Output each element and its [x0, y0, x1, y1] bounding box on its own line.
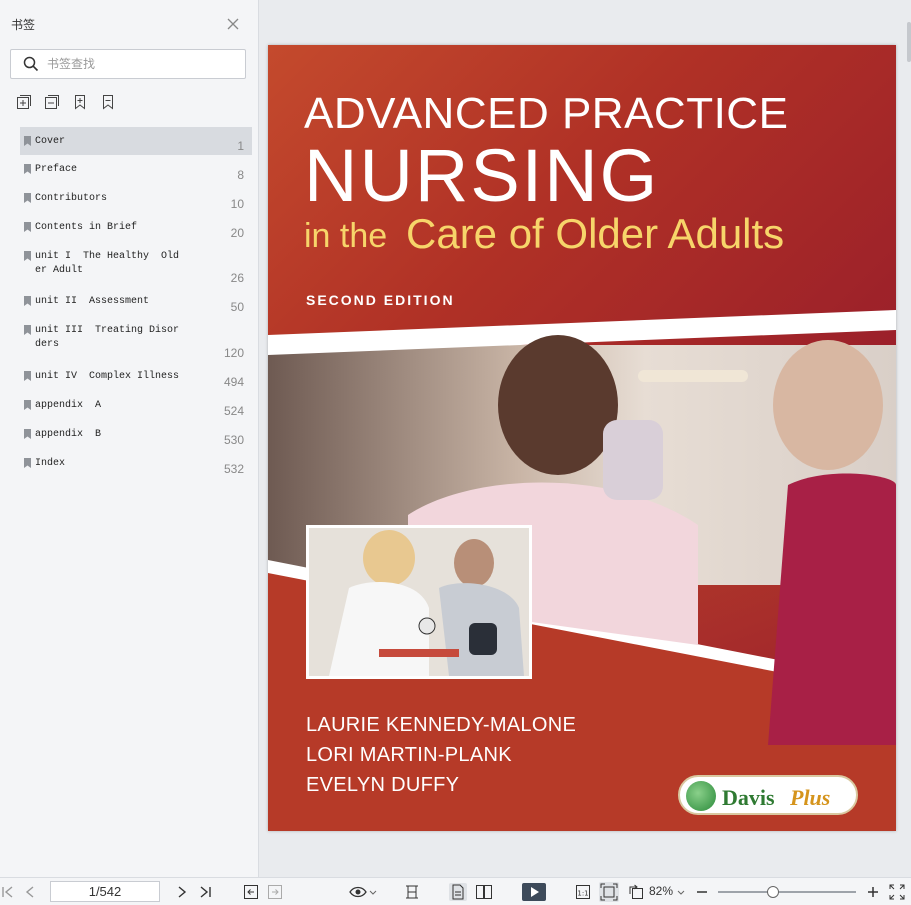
- eye-icon[interactable]: [349, 884, 377, 900]
- cover-title-line3b: Care of Older Adults: [406, 210, 785, 257]
- bookmark-icon: [24, 325, 31, 335]
- bookmark-label: appendix B: [35, 429, 102, 440]
- bookmark-icon: [24, 136, 31, 146]
- bookmark-page: 530: [223, 433, 244, 447]
- zoom-slider-handle[interactable]: [767, 886, 779, 898]
- single-page-icon[interactable]: [449, 883, 467, 901]
- zoom-in-icon[interactable]: [865, 884, 881, 900]
- cover-title-line1: ADVANCED PRACTICE: [304, 89, 789, 138]
- bookmark-panel: 书签 Cover 1 Preface 8: [0, 0, 259, 877]
- bookmark-label: unit II Assessment: [35, 296, 150, 307]
- bookmark-item-index[interactable]: Index 532: [20, 449, 252, 478]
- bookmark-search-box[interactable]: [10, 49, 246, 79]
- play-slideshow-icon[interactable]: [522, 883, 546, 901]
- cover-inset-photo: [306, 525, 532, 679]
- bookmark-item-preface[interactable]: Preface 8: [20, 155, 252, 184]
- collapse-all-icon[interactable]: [44, 94, 60, 110]
- bookmark-icon: [24, 251, 31, 261]
- bookmark-page: 10: [230, 197, 244, 211]
- cover-author-1: LAURIE KENNEDY-MALONE: [306, 714, 577, 736]
- bookmark-item-unit-3[interactable]: unit III Treating Disor ders 120: [20, 316, 252, 362]
- fit-width-icon[interactable]: [404, 884, 420, 900]
- publisher-logo: Davis Plus: [678, 775, 858, 815]
- bookmark-label: Contents in Brief: [35, 222, 138, 233]
- bookmark-item-contents[interactable]: Contents in Brief 20: [20, 213, 252, 242]
- bookmark-icon: [24, 193, 31, 203]
- bookmark-item-unit-4[interactable]: unit IV Complex Illness 494: [20, 362, 252, 391]
- search-icon: [23, 56, 39, 72]
- cover-author-3: EVELYN DUFFY: [306, 774, 460, 796]
- next-page-icon[interactable]: [174, 884, 190, 900]
- expand-all-icon[interactable]: [16, 94, 32, 110]
- bookmark-label: appendix A: [35, 400, 102, 411]
- bookmark-list: Cover 1 Preface 8 Contributors 10 Conten…: [20, 127, 252, 478]
- close-icon[interactable]: [226, 17, 240, 31]
- fullscreen-icon[interactable]: [889, 884, 905, 900]
- bookmark-icon: [24, 458, 31, 468]
- bookmark-page: 524: [223, 404, 244, 418]
- bookmark-icon: [24, 371, 31, 381]
- bookmark-item-unit-2[interactable]: unit II Assessment 50: [20, 287, 252, 316]
- actual-size-icon[interactable]: 1:1: [575, 884, 591, 900]
- bottom-toolbar: 1:1 82%: [0, 877, 911, 905]
- rotate-icon[interactable]: [628, 884, 644, 900]
- cover-title-line3a: in the: [304, 217, 388, 255]
- bookmark-icon: [24, 222, 31, 232]
- bookmark-page: 50: [230, 300, 244, 314]
- first-page-icon[interactable]: [0, 884, 16, 900]
- bookmark-icon: [24, 164, 31, 174]
- bookmark-item-cover[interactable]: Cover 1: [20, 127, 252, 155]
- bookmark-search-input[interactable]: [47, 55, 237, 73]
- forward-icon[interactable]: [267, 884, 283, 900]
- svg-text:1:1: 1:1: [577, 890, 588, 898]
- cover-edition: SECOND EDITION: [306, 292, 455, 308]
- zoom-slider-track[interactable]: [718, 891, 856, 893]
- bookmark-icon: [24, 400, 31, 410]
- bookmark-label: Cover: [35, 136, 66, 147]
- fit-page-icon[interactable]: [599, 882, 619, 902]
- add-bookmark-icon[interactable]: [72, 94, 88, 110]
- previous-page-icon[interactable]: [22, 884, 38, 900]
- globe-icon: [686, 781, 716, 811]
- bookmark-page: 26: [230, 271, 244, 285]
- bookmark-label: Contributors: [35, 193, 108, 204]
- cover-title-line2: NURSING: [304, 134, 660, 217]
- bookmark-label: unit I The Healthy Old er Adult: [35, 251, 180, 276]
- bookmark-item-contributors[interactable]: Contributors 10: [20, 184, 252, 213]
- bookmark-label: unit IV Complex Illness: [35, 371, 180, 382]
- cover-author-2: LORI MARTIN-PLANK: [306, 744, 512, 766]
- bookmark-page: 494: [223, 375, 244, 389]
- bookmark-icon: [24, 296, 31, 306]
- two-page-icon[interactable]: [475, 884, 493, 900]
- panel-title: 书签: [11, 18, 36, 32]
- bookmark-label: Preface: [35, 164, 78, 175]
- bookmark-page: 120: [223, 346, 244, 360]
- bookmark-page: 532: [223, 462, 244, 476]
- bookmark-page: 1: [237, 139, 244, 153]
- bookmark-label: unit III Treating Disor ders: [35, 325, 180, 350]
- inset-photo-art: [309, 528, 529, 676]
- zoom-out-icon[interactable]: [694, 884, 710, 900]
- logo-text-davis: Davis: [722, 785, 775, 810]
- vertical-scrollbar[interactable]: [907, 22, 911, 62]
- delete-bookmark-icon[interactable]: [100, 94, 116, 110]
- page-number-input[interactable]: [50, 881, 160, 902]
- bookmark-icon: [24, 429, 31, 439]
- bookmark-label: Index: [35, 458, 66, 469]
- last-page-icon[interactable]: [197, 884, 213, 900]
- pdf-reader-app: 书签 Cover 1 Preface 8: [0, 0, 911, 905]
- bookmark-page: 20: [230, 226, 244, 240]
- bookmark-item-unit-1[interactable]: unit I The Healthy Old er Adult 26: [20, 242, 252, 287]
- zoom-dropdown-icon[interactable]: [677, 884, 685, 900]
- bookmark-toolbar: [16, 94, 116, 110]
- bookmark-item-appendix-a[interactable]: appendix A 524: [20, 391, 252, 420]
- bookmark-page: 8: [237, 168, 244, 182]
- bookmark-item-appendix-b[interactable]: appendix B 530: [20, 420, 252, 449]
- back-icon[interactable]: [243, 884, 259, 900]
- logo-text-plus: Plus: [790, 785, 831, 810]
- zoom-level[interactable]: 82%: [649, 884, 673, 898]
- book-cover-page: ADVANCED PRACTICE NURSING in the Care of…: [268, 45, 896, 831]
